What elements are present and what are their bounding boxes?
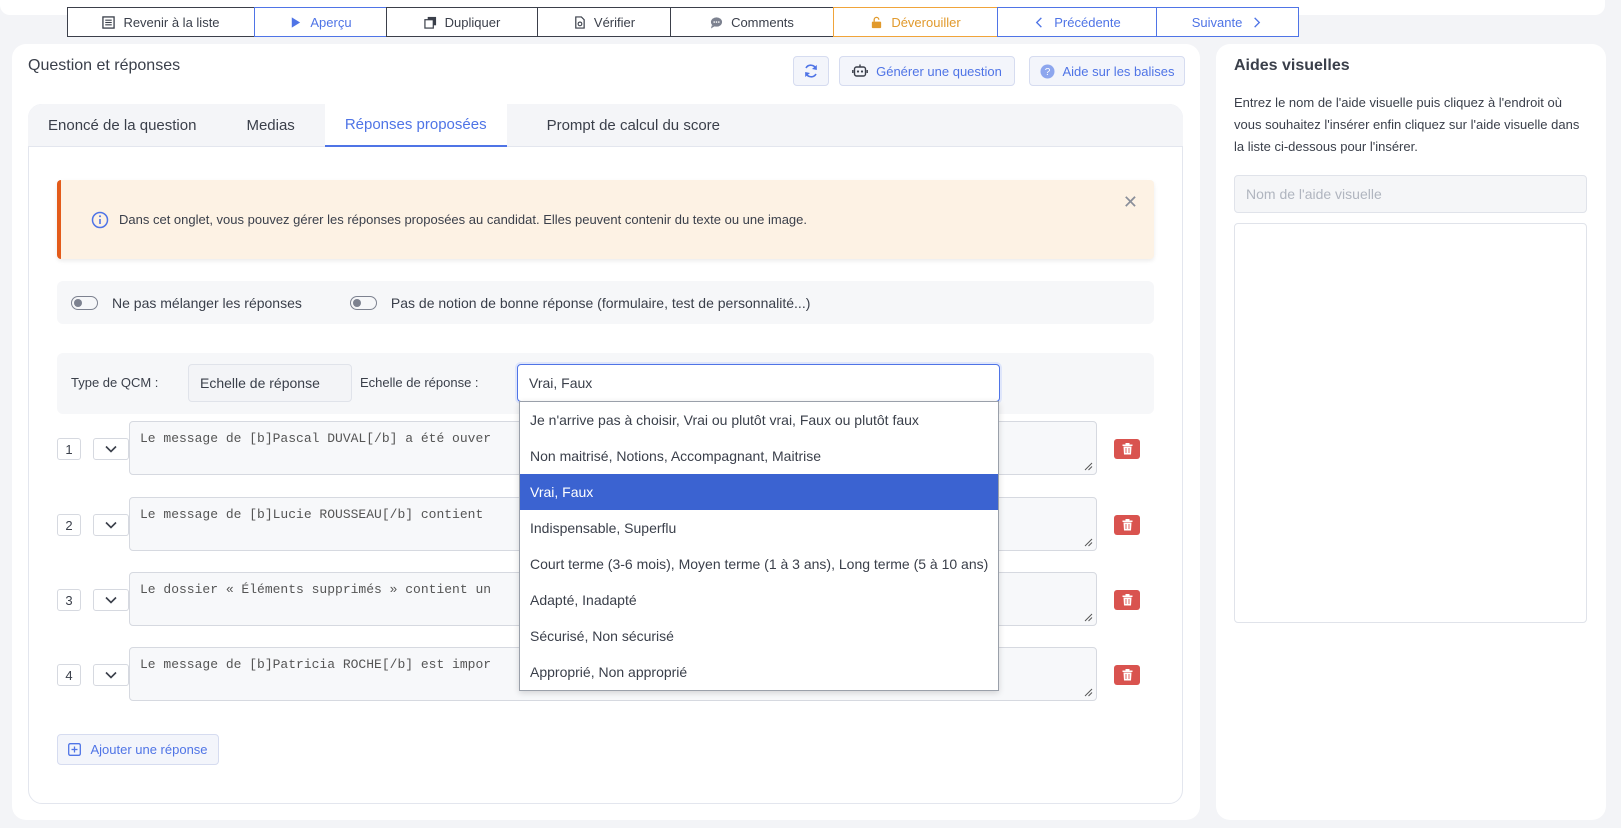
generate-question-button[interactable]: Générer une question (839, 56, 1015, 86)
scale-label: Echelle de réponse : (360, 375, 479, 390)
dropdown-option[interactable]: Approprié, Non approprié (520, 654, 998, 690)
answer-number: 3 (57, 589, 81, 611)
unlock-icon (872, 16, 882, 28)
switch[interactable] (349, 295, 377, 310)
verify-label: Vérifier (593, 14, 636, 30)
toggle-no-correct-answer[interactable]: Pas de notion de bonne réponse (formulai… (349, 294, 811, 311)
answer-collapse-button[interactable] (93, 514, 129, 536)
chevron-down-icon (105, 521, 117, 529)
back-to-list-button[interactable]: Revenir à la liste (67, 7, 255, 37)
close-icon[interactable]: ✕ (1123, 192, 1138, 213)
duplicate-button[interactable]: Dupliquer (386, 7, 538, 37)
side-panel-title: Aides visuelles (1234, 57, 1350, 74)
qcm-type-label: Type de QCM : (71, 375, 159, 390)
duplicate-label: Dupliquer (444, 14, 501, 30)
add-answer-button[interactable]: Ajouter une réponse (57, 734, 219, 765)
unlock-label: Déverouiller (891, 14, 961, 30)
delete-answer-button[interactable] (1114, 439, 1140, 459)
toolbar: Revenir à la liste Aperçu Dupliquer Véri… (67, 7, 1299, 37)
previous-button[interactable]: Précédente (997, 7, 1157, 37)
answer-text: Le message de [b]Lucie ROUSSEAU[/b] cont… (140, 507, 484, 522)
play-icon (292, 16, 301, 28)
comment-icon (710, 16, 723, 29)
tab-proposed-answers[interactable]: Réponses proposées (324, 104, 507, 147)
previous-label: Précédente (1054, 14, 1121, 30)
dropdown-option[interactable]: Court terme (3-6 mois), Moyen terme (1 à… (520, 546, 998, 582)
refresh-icon (805, 64, 817, 78)
preview-button[interactable]: Aperçu (254, 7, 387, 37)
list-icon (102, 15, 116, 29)
preview-label: Aperçu (310, 14, 352, 30)
answer-collapse-button[interactable] (93, 589, 129, 611)
tags-help-button[interactable]: ? Aide sur les balises (1029, 56, 1185, 86)
file-check-icon (575, 15, 585, 29)
info-alert: Dans cet onglet, vous pouvez gérer les r… (57, 180, 1154, 259)
comments-label: Comments (731, 14, 794, 30)
back-to-list-label: Revenir à la liste (123, 14, 220, 30)
chevron-right-icon (1254, 16, 1261, 28)
tab-question-statement[interactable]: Enoncé de la question (28, 104, 216, 147)
trash-icon (1122, 519, 1132, 531)
dropdown-option[interactable]: Je n'arrive pas à choisir, Vrai ou plutô… (520, 402, 998, 438)
tab-bar: Enoncé de la question Medias Réponses pr… (28, 104, 1183, 147)
answer-collapse-button[interactable] (93, 664, 129, 686)
delete-answer-button[interactable] (1114, 665, 1140, 685)
visual-aid-list[interactable] (1234, 223, 1587, 623)
page-title: Question et réponses (28, 57, 181, 74)
toggle-no-correct-answer-label: Pas de notion de bonne réponse (formulai… (390, 294, 811, 311)
resize-grip-icon[interactable] (1083, 687, 1093, 697)
robot-icon (852, 64, 869, 77)
answer-text: Le dossier « Éléments supprimés » contie… (140, 582, 492, 597)
trash-icon (1122, 443, 1132, 455)
side-panel-description: Entrez le nom de l'aide visuelle puis cl… (1234, 95, 1580, 154)
switch[interactable] (71, 295, 98, 310)
unlock-button[interactable]: Déverouiller (833, 7, 998, 37)
resize-grip-icon[interactable] (1083, 461, 1093, 471)
copy-icon (423, 16, 436, 29)
add-answer-label: Ajouter une réponse (90, 742, 208, 757)
answer-collapse-button[interactable] (93, 438, 129, 460)
resize-grip-icon[interactable] (1083, 537, 1093, 547)
trash-icon (1122, 669, 1132, 681)
chevron-down-icon (105, 671, 117, 679)
toggle-no-shuffle-label: Ne pas mélanger les réponses (112, 294, 302, 311)
delete-answer-button[interactable] (1114, 590, 1140, 610)
answer-number: 2 (57, 514, 81, 536)
toggle-no-shuffle[interactable]: Ne pas mélanger les réponses (71, 295, 302, 311)
chevron-left-icon (1036, 16, 1043, 28)
delete-answer-button[interactable] (1114, 515, 1140, 535)
info-text: Dans cet onglet, vous pouvez gérer les r… (119, 212, 807, 227)
svg-text:?: ? (1044, 67, 1050, 78)
visual-aid-name-input[interactable]: Nom de l'aide visuelle (1234, 175, 1587, 213)
scale-dropdown: Je n'arrive pas à choisir, Vrai ou plutô… (519, 401, 999, 691)
tags-help-label: Aide sur les balises (1062, 63, 1175, 79)
refresh-button[interactable] (793, 56, 829, 86)
dropdown-option[interactable]: Indispensable, Superflu (520, 510, 998, 546)
answer-text: Le message de [b]Patricia ROCHE[/b] est … (140, 657, 492, 672)
dropdown-option-selected[interactable]: Vrai, Faux (520, 474, 998, 510)
answer-options: Ne pas mélanger les réponses Pas de noti… (57, 281, 1154, 324)
verify-button[interactable]: Vérifier (537, 7, 671, 37)
dropdown-option[interactable]: Adapté, Inadapté (520, 582, 998, 618)
chevron-down-icon (105, 596, 117, 604)
qcm-type-select[interactable]: Echelle de réponse (188, 364, 352, 402)
chevron-down-icon (105, 445, 117, 453)
dropdown-option[interactable]: Sécurisé, Non sécurisé (520, 618, 998, 654)
resize-grip-icon[interactable] (1083, 612, 1093, 622)
tab-score-prompt[interactable]: Prompt de calcul du score (507, 104, 760, 147)
plus-square-icon (68, 743, 82, 756)
tab-medias[interactable]: Medias (216, 104, 324, 147)
comments-button[interactable]: Comments (670, 7, 834, 37)
next-button[interactable]: Suivante (1156, 7, 1299, 37)
question-circle-icon: ? (1040, 64, 1054, 78)
answer-text: Le message de [b]Pascal DUVAL[/b] a été … (140, 431, 492, 446)
answer-number: 1 (57, 438, 81, 460)
answer-number: 4 (57, 664, 81, 686)
trash-icon (1122, 594, 1132, 606)
scale-select[interactable]: Vrai, Faux (517, 364, 1000, 402)
next-label: Suivante (1191, 14, 1243, 30)
generate-question-label: Générer une question (876, 63, 1002, 79)
info-icon (91, 211, 109, 228)
dropdown-option[interactable]: Non maitrisé, Notions, Accompagnant, Mai… (520, 438, 998, 474)
